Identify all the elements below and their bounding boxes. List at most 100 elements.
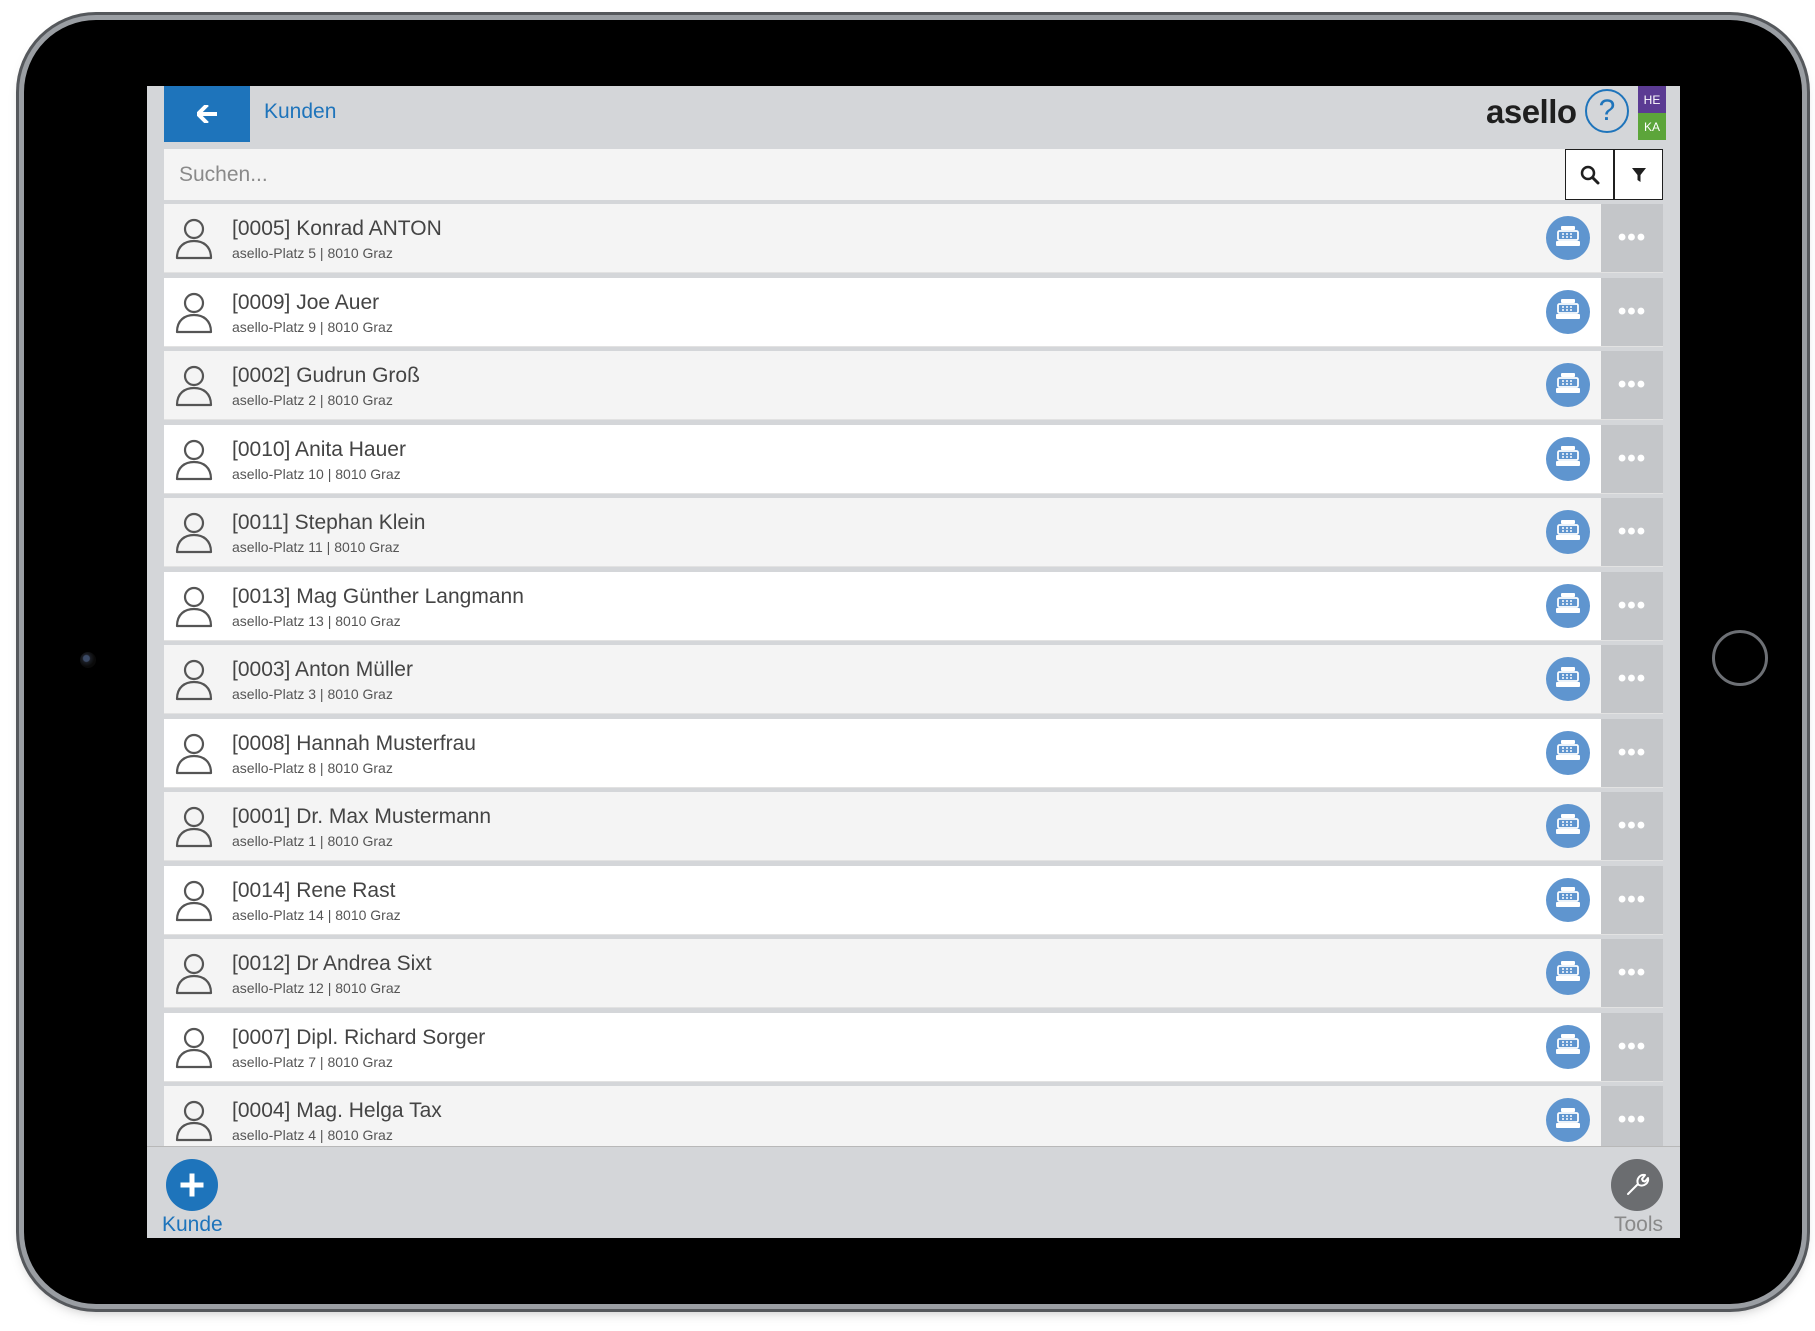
search-input[interactable] <box>164 149 1564 200</box>
user-badge-he[interactable]: HE <box>1638 86 1666 113</box>
cash-register-icon <box>1555 812 1581 841</box>
more-button[interactable]: ••• <box>1601 277 1663 346</box>
asello-logo: asello <box>1486 93 1577 130</box>
customer-address: asello-Platz 9 | 8010 Graz <box>232 318 393 335</box>
user-icon <box>174 657 214 701</box>
customer-list: [0005] Konrad ANTON asello-Platz 5 | 8010… <box>164 204 1663 1225</box>
filter-button[interactable] <box>1614 149 1663 200</box>
more-button[interactable]: ••• <box>1601 351 1663 419</box>
more-button[interactable]: ••• <box>1601 1012 1663 1081</box>
user-icon <box>174 1098 214 1142</box>
search-bar <box>164 149 1663 200</box>
page-title: Kunden <box>264 100 337 123</box>
cash-register-button[interactable] <box>1546 363 1590 407</box>
customer-row[interactable]: [0001] Dr. Max Mustermann asello-Platz 1 … <box>164 792 1663 861</box>
more-dots-icon: ••• <box>1617 297 1647 325</box>
tools-label: Tools <box>1614 1213 1664 1236</box>
customer-row[interactable]: [0008] Hannah Musterfrau asello-Platz 8 |… <box>164 718 1663 788</box>
cash-register-icon <box>1555 591 1581 620</box>
question-circle-icon[interactable]: ? <box>1585 89 1629 133</box>
tools-button[interactable]: Tools <box>1611 1157 1671 1237</box>
user-icon <box>174 437 214 481</box>
customer-address: asello-Platz 14 | 8010 Graz <box>232 906 401 923</box>
customer-name: [0005] Konrad ANTON <box>232 217 442 240</box>
more-button[interactable]: ••• <box>1601 424 1663 493</box>
filter-icon <box>1631 167 1646 182</box>
search-button[interactable] <box>1565 149 1614 200</box>
cash-register-button[interactable] <box>1546 877 1590 922</box>
customer-row[interactable]: [0005] Konrad ANTON asello-Platz 5 | 8010… <box>164 204 1663 273</box>
customer-name: [0008] Hannah Musterfrau <box>232 731 476 755</box>
more-button[interactable]: ••• <box>1601 1086 1663 1154</box>
customer-address: asello-Platz 2 | 8010 Graz <box>232 392 393 408</box>
customer-name: [0013] Mag Günther Langmann <box>232 584 524 608</box>
more-dots-icon: ••• <box>1617 812 1647 839</box>
more-dots-icon: ••• <box>1617 738 1647 766</box>
customer-row[interactable]: [0010] Anita Hauer asello-Platz 10 | 8010… <box>164 424 1663 494</box>
customer-row[interactable]: [0002] Gudrun Groß asello-Platz 2 | 8010 … <box>164 351 1663 420</box>
cash-register-icon <box>1555 297 1581 326</box>
more-dots-icon: ••• <box>1617 1106 1647 1133</box>
cash-register-button[interactable] <box>1546 657 1590 701</box>
cash-register-icon <box>1555 1106 1581 1135</box>
more-dots-icon: ••• <box>1617 591 1647 619</box>
customer-row[interactable]: [0003] Anton Müller asello-Platz 3 | 8010… <box>164 645 1663 714</box>
customer-name: [0009] Joe Auer <box>232 290 380 314</box>
more-dots-icon: ••• <box>1617 444 1647 472</box>
cash-register-button[interactable] <box>1546 804 1590 848</box>
customer-row[interactable]: [0011] Stephan Klein asello-Platz 11 | 80… <box>164 498 1663 567</box>
customer-address: asello-Platz 4 | 8010 Graz <box>232 1127 393 1143</box>
customer-address: asello-Platz 11 | 8010 Graz <box>232 539 400 555</box>
user-icon <box>174 1025 214 1069</box>
customer-name: [0007] Dipl. Richard Sorger <box>232 1025 486 1049</box>
user-icon <box>174 804 214 848</box>
user-icon <box>174 878 214 922</box>
customer-row[interactable]: [0013] Mag Günther Langmann asello-Platz … <box>164 571 1663 641</box>
cash-register-icon <box>1555 1032 1581 1061</box>
customer-row[interactable]: [0004] Mag. Helga Tax asello-Platz 4 | 80… <box>164 1086 1663 1155</box>
customer-row[interactable]: [0009] Joe Auer asello-Platz 9 | 8010 Gra… <box>164 277 1663 347</box>
customer-address: asello-Platz 13 | 8010 Graz <box>232 612 401 629</box>
cash-register-button[interactable] <box>1546 583 1590 628</box>
back-button[interactable] <box>164 86 250 142</box>
user-badge-ka[interactable]: KA <box>1638 113 1666 140</box>
customer-row[interactable]: [0007] Dipl. Richard Sorger asello-Platz … <box>164 1012 1663 1082</box>
customer-address: asello-Platz 1 | 8010 Graz <box>232 833 393 849</box>
customer-name: [0004] Mag. Helga Tax <box>232 1099 442 1122</box>
more-button[interactable]: ••• <box>1601 645 1663 713</box>
more-dots-icon: ••• <box>1617 518 1647 545</box>
cash-register-button[interactable] <box>1546 951 1590 995</box>
more-button[interactable]: ••• <box>1601 939 1663 1007</box>
customer-name: [0014] Rene Rast <box>232 878 396 902</box>
cash-register-button[interactable] <box>1546 1098 1590 1142</box>
cash-register-icon <box>1555 371 1581 400</box>
cash-register-button[interactable] <box>1546 1024 1590 1069</box>
more-button[interactable]: ••• <box>1601 204 1663 272</box>
cash-register-icon <box>1555 224 1581 253</box>
customer-address: asello-Platz 8 | 8010 Graz <box>232 759 393 776</box>
customer-name: [0011] Stephan Klein <box>232 511 426 534</box>
cash-register-icon <box>1555 518 1581 547</box>
customer-name: [0002] Gudrun Groß <box>232 364 420 387</box>
customer-row[interactable]: [0014] Rene Rast asello-Platz 14 | 8010 G… <box>164 865 1663 935</box>
more-button[interactable]: ••• <box>1601 865 1663 934</box>
customer-row[interactable]: [0012] Dr Andrea Sixt asello-Platz 12 | 8… <box>164 939 1663 1008</box>
add-customer-button[interactable]: Kunde <box>162 1157 242 1237</box>
cash-register-icon <box>1555 665 1581 694</box>
cash-register-button[interactable] <box>1546 216 1590 260</box>
cash-register-button[interactable] <box>1546 730 1590 775</box>
customer-name: [0003] Anton Müller <box>232 658 413 681</box>
more-button[interactable]: ••• <box>1601 792 1663 860</box>
more-dots-icon: ••• <box>1617 1032 1647 1060</box>
cash-register-button[interactable] <box>1546 289 1590 334</box>
more-button[interactable]: ••• <box>1601 498 1663 566</box>
more-dots-icon: ••• <box>1617 959 1647 986</box>
more-button[interactable]: ••• <box>1601 718 1663 787</box>
cash-register-button[interactable] <box>1546 436 1590 481</box>
home-button[interactable] <box>1712 630 1768 686</box>
more-button[interactable]: ••• <box>1601 571 1663 640</box>
user-icon <box>174 510 214 554</box>
customer-name: [0001] Dr. Max Mustermann <box>232 805 492 828</box>
cash-register-icon <box>1555 738 1581 767</box>
cash-register-button[interactable] <box>1546 510 1590 554</box>
